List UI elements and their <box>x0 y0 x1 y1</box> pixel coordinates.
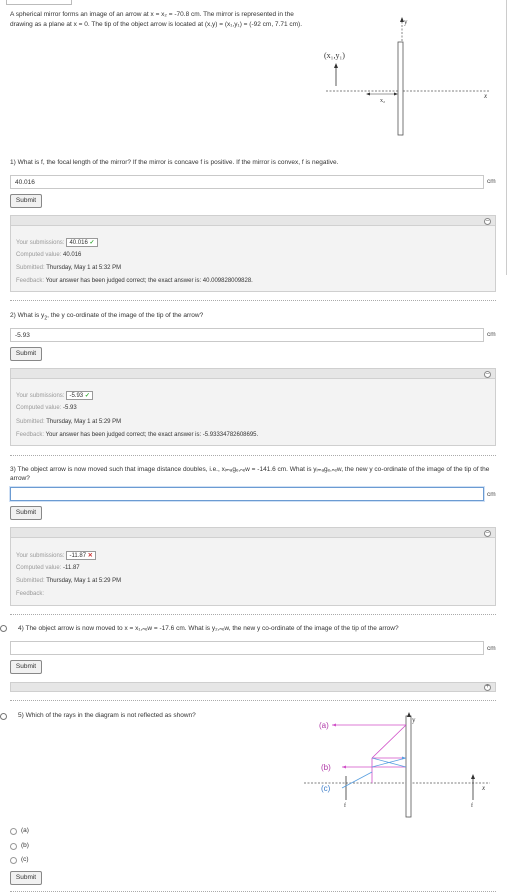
question-4-text: 4) The object arrow is now moved to x = … <box>18 625 399 632</box>
submit-3-button[interactable]: Submit <box>10 506 42 520</box>
problem-intro: A spherical mirror forms an image of an … <box>10 11 303 28</box>
computed-value: 40.016 <box>63 252 82 258</box>
ray-c <box>341 771 373 789</box>
unit-1: cm <box>487 178 496 185</box>
computed-label: Computed value: <box>16 405 62 411</box>
submission-value: -11.87 <box>69 553 87 559</box>
status-bullet-icon <box>0 713 7 720</box>
feedback-label: Feedback: <box>16 432 45 438</box>
x-axis-label: x <box>481 784 486 792</box>
mirror <box>405 715 412 818</box>
submission-value: -5.93 <box>69 393 84 399</box>
unit-2: cm <box>487 331 496 338</box>
scrollbar-track[interactable] <box>506 0 507 275</box>
divider <box>10 891 496 892</box>
status-bullet-icon <box>0 625 7 632</box>
correct-check-icon: ✓ <box>89 240 95 246</box>
collapse-icon[interactable]: – <box>484 529 491 537</box>
answer-3-field[interactable] <box>10 487 484 501</box>
option-a-label: (a) <box>21 827 29 834</box>
submit-1-button[interactable]: Submit <box>10 194 42 208</box>
ray-diagram: y x f f (a) (b) (c) <box>304 712 490 818</box>
feedback-label: Feedback: <box>16 278 45 284</box>
panel-header: – <box>11 528 495 538</box>
expand-icon[interactable]: + <box>484 684 491 691</box>
question-1-text: 1) What is f, the focal length of the mi… <box>10 159 339 166</box>
mirror-plane <box>397 41 404 136</box>
submitted-time: Thursday, May 1 at 5:32 PM <box>46 265 122 271</box>
answer-1-field[interactable]: 40.016 <box>10 175 484 189</box>
submission-panel-1: – Your submissions: 40.016 ✓ Computed val… <box>10 215 496 292</box>
submission-panel-3: – Your submissions: -11.87 ✕ Computed val… <box>10 527 496 606</box>
submissions-label: Your submissions: <box>16 240 65 246</box>
top-toolbar-fragment <box>6 0 72 5</box>
submit-2-button[interactable]: Submit <box>10 347 42 361</box>
option-b-radio[interactable] <box>10 843 17 850</box>
computed-value: -11.87 <box>63 565 80 571</box>
submissions-label: Your submissions: <box>16 393 65 399</box>
focal-label-left: f <box>344 802 346 809</box>
ray-a-label: (a) <box>319 721 329 730</box>
object-tip-label: (x₁,y₁) <box>324 51 345 60</box>
mirror-figure: (x₁,y₁) x₂ y x <box>324 17 490 136</box>
submission-panel-2: – Your submissions: -5.93 ✓ Computed valu… <box>10 368 496 446</box>
y-axis-label: y <box>404 18 408 26</box>
submission-value-box[interactable]: -5.93 ✓ <box>66 391 93 400</box>
collapse-icon[interactable]: – <box>484 217 491 225</box>
submitted-label: Submitted: <box>16 419 45 425</box>
option-a-radio[interactable] <box>10 828 17 835</box>
computed-label: Computed value: <box>16 565 62 571</box>
submission-value-box[interactable]: 40.016 ✓ <box>66 238 98 247</box>
submission-value: 40.016 <box>69 240 88 246</box>
submission-value-box[interactable]: -11.87 ✕ <box>66 551 96 560</box>
feedback-label: Feedback: <box>16 591 45 597</box>
divider <box>10 455 496 456</box>
ray-c-label: (c) <box>321 784 331 793</box>
divider <box>10 700 496 701</box>
submitted-time: Thursday, May 1 at 5:29 PM <box>46 419 122 425</box>
x-axis-label: x <box>483 92 488 100</box>
option-b-label: (b) <box>21 842 29 849</box>
submitted-label: Submitted: <box>16 578 45 584</box>
submissions-label: Your submissions: <box>16 553 65 559</box>
panel-header: – <box>11 216 495 226</box>
question-5-text: 5) Which of the rays in the diagram is n… <box>18 712 196 719</box>
feedback-text: Your answer has been judged correct; the… <box>45 432 259 438</box>
submitted-label: Submitted: <box>16 265 45 271</box>
correct-check-icon: ✓ <box>84 393 90 399</box>
option-c-radio[interactable] <box>10 857 17 864</box>
option-c-label: (c) <box>21 856 29 863</box>
divider <box>10 300 496 301</box>
question-2-text: 2) What is y2, the y co-ordinate of the … <box>10 312 204 322</box>
unit-4: cm <box>487 645 496 652</box>
focal-label-right: f <box>471 802 473 809</box>
unit-3: cm <box>487 491 496 498</box>
panel-header: – <box>11 369 495 379</box>
answer-2-field[interactable]: -5.93 <box>10 328 484 342</box>
feedback-text: Your answer has been judged correct; the… <box>45 278 253 284</box>
collapse-icon[interactable]: – <box>484 370 491 378</box>
answer-4-field[interactable] <box>10 641 484 655</box>
question-3-text: 3) The object arrow is now moved such th… <box>10 466 490 482</box>
submit-5-button[interactable]: Submit <box>10 871 42 885</box>
ray-b-label: (b) <box>321 763 331 772</box>
divider <box>10 614 496 615</box>
submission-panel-4-collapsed[interactable]: + <box>10 682 496 692</box>
object-arrowhead <box>334 63 338 68</box>
incorrect-x-icon: ✕ <box>87 553 93 559</box>
computed-label: Computed value: <box>16 252 62 258</box>
submit-4-button[interactable]: Submit <box>10 660 42 674</box>
submitted-time: Thursday, May 1 at 5:29 PM <box>46 578 122 584</box>
y-axis-label: y <box>412 716 416 724</box>
computed-value: -5.93 <box>63 405 77 411</box>
x2-label: x₂ <box>380 98 385 104</box>
